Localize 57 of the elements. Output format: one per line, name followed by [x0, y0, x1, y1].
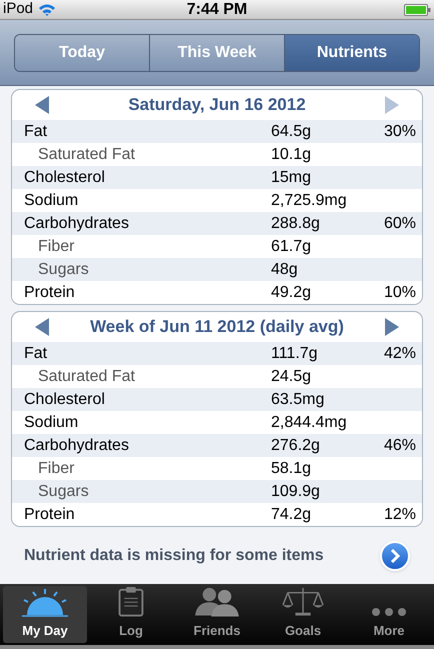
- nutrient-percent: 42%: [382, 344, 416, 364]
- nutrient-amount: 276.2g: [271, 436, 321, 456]
- nutrient-percent: 10%: [382, 282, 416, 302]
- nutrient-percent: 60%: [382, 214, 416, 234]
- tab-bar-item[interactable]: Log: [89, 586, 173, 643]
- tab-bar-item[interactable]: Friends: [175, 586, 259, 643]
- nutrient-amount: 288.8g: [271, 214, 321, 234]
- nutrient-name: Saturated Fat: [37, 366, 136, 386]
- nutrient-name: Fat: [24, 344, 48, 364]
- nutrient-name: Protein: [24, 282, 76, 302]
- wifi-icon: [38, 3, 56, 16]
- nutrient-amount: 64.5g: [271, 122, 312, 142]
- nutrient-percent: 46%: [382, 436, 416, 456]
- nutrient-name: Cholesterol: [24, 390, 106, 410]
- nutrient-name: Fat: [24, 122, 48, 142]
- nutrient-amount: 2,725.9mg: [271, 190, 348, 210]
- nutrient-amount: 58.1g: [271, 458, 312, 478]
- nutrient-amount: 74.2g: [271, 504, 312, 524]
- sunrise-icon: [19, 586, 71, 616]
- card-title: Week of Jun 11 2012 (daily avg): [90, 316, 344, 338]
- nutrient-percent: 12%: [382, 504, 416, 524]
- nutrient-amount: 2,844.4mg: [271, 412, 348, 432]
- missing-data-notice: Nutrient data is missing for some items: [24, 546, 324, 566]
- nutrient-amount: 24.5g: [271, 366, 312, 386]
- nutrient-name: Cholesterol: [24, 168, 106, 188]
- nutrient-name: Carbohydrates: [24, 214, 130, 234]
- nutrient-amount: 61.7g: [271, 236, 312, 256]
- nutrient-amount: 15mg: [271, 168, 312, 188]
- nutrient-name: Fiber: [37, 458, 76, 478]
- nutrient-amount: 63.5mg: [271, 390, 326, 410]
- card-title: Saturday, Jun 16 2012: [128, 94, 306, 116]
- tab-bar-item[interactable]: My Day: [3, 586, 87, 643]
- carrier-label: iPod: [3, 0, 34, 20]
- nutrient-name: Sugars: [37, 260, 90, 280]
- balance-scale-icon: [281, 586, 325, 616]
- nutrient-name: Carbohydrates: [24, 436, 130, 456]
- nutrient-name: Fiber: [37, 236, 76, 256]
- nutrient-name: Sodium: [24, 190, 80, 210]
- clipboard-icon: [117, 586, 145, 616]
- nutrient-amount: 10.1g: [271, 144, 312, 164]
- nutrient-name: Protein: [24, 504, 76, 524]
- nutrient-name: Sodium: [24, 412, 80, 432]
- chevron-right-icon: [389, 549, 401, 563]
- nutrient-amount: 111.7g: [271, 344, 319, 364]
- status-time: 7:44 PM: [186, 0, 248, 20]
- nutrient-amount: 48g: [271, 260, 299, 280]
- segment-tab[interactable]: Nutrients: [284, 34, 419, 70]
- nutrient-name: Sugars: [37, 482, 90, 502]
- detail-disclosure-button[interactable]: [380, 541, 410, 571]
- nutrient-amount: 49.2g: [271, 282, 312, 302]
- more-dots-icon: [371, 606, 407, 616]
- battery-icon: [404, 4, 431, 16]
- nutrient-name: Saturated Fat: [37, 144, 136, 164]
- nutrient-percent: 30%: [382, 122, 416, 142]
- nutrient-amount: 109.9g: [271, 482, 321, 502]
- tab-bar-item[interactable]: More: [347, 586, 431, 643]
- tab-bar-item[interactable]: Goals: [261, 586, 345, 643]
